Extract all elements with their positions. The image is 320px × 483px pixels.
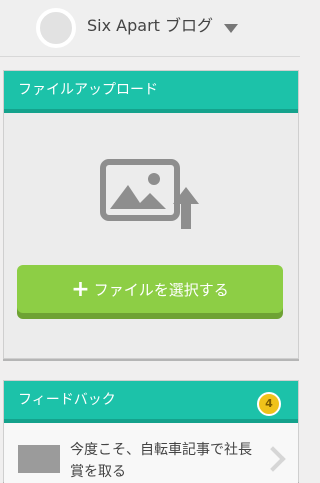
- avatar[interactable]: [36, 8, 76, 48]
- upload-card-title: ファイルアップロード: [4, 71, 298, 113]
- chevron-right-icon[interactable]: [260, 446, 286, 472]
- select-file-label: ファイルを選択する: [93, 280, 229, 299]
- feedback-item-title: 今度こそ、自転車記事で社長賞を取る: [70, 442, 252, 480]
- blog-selector-label[interactable]: Six Apart ブログ: [87, 14, 213, 38]
- feedback-list-item[interactable]: 今度こそ、自転車記事で社長賞を取る: [4, 423, 298, 483]
- top-header: Six Apart ブログ: [0, 0, 300, 57]
- upload-card: ファイルアップロード + ファイルを選択する: [3, 70, 299, 359]
- feedback-count-badge: 4: [257, 392, 281, 416]
- select-file-button[interactable]: + ファイルを選択する: [17, 265, 283, 313]
- feedback-title: フィードバック: [18, 392, 116, 408]
- feedback-card-header: フィードバック 4: [4, 381, 298, 423]
- chevron-down-icon[interactable]: [224, 24, 238, 33]
- feedback-thumbnail: [18, 445, 60, 473]
- feedback-card: フィードバック 4 今度こそ、自転車記事で社長賞を取る: [3, 380, 299, 483]
- image-upload-icon: [100, 159, 199, 229]
- plus-icon: +: [71, 276, 90, 302]
